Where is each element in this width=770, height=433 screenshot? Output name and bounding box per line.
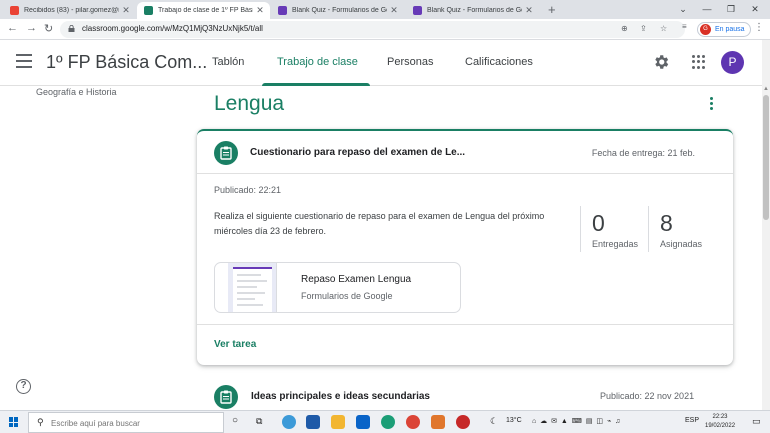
taskbar-search[interactable]: ⚲ [28,412,224,433]
form-thumbnail [228,263,277,312]
attachment-card[interactable]: Repaso Examen Lengua Formularios de Goog… [214,262,461,313]
assigned-count[interactable]: 8 [660,210,673,237]
profile-avatar: G [700,24,711,35]
due-date: Fecha de entrega: 21 feb. [591,148,695,158]
turned-in-count[interactable]: 0 [592,210,605,237]
close-icon[interactable]: ✕ [122,5,130,16]
browser-tab-strip: Recibidos (83) - pilar.gomez@ies ✕ Traba… [0,0,770,19]
tab-title: Recibidos (83) - pilar.gomez@ies [24,7,119,14]
temperature[interactable]: 13°C [506,417,522,424]
cortana-icon[interactable]: ○ [232,415,238,426]
page-scrollbar[interactable]: ▲ [762,40,770,410]
star-icon[interactable]: ☆ [660,24,667,33]
published-date: Publicado: 22 nov 2021 [600,391,695,401]
word-icon[interactable] [356,415,370,429]
apps-grid-icon[interactable] [692,55,706,69]
turned-in-label: Entregadas [592,239,639,249]
browser-tab-forms-1[interactable]: Blank Quiz - Formularios de Goo ✕ [271,2,404,19]
avatar[interactable]: P [721,51,744,74]
close-icon[interactable]: ✕ [256,5,264,16]
browser-tab-classroom[interactable]: Trabajo de clase de 1º FP Básica ✕ [137,2,270,19]
tab-stream[interactable]: Tablón [212,56,244,68]
close-icon[interactable]: ✕ [525,5,533,16]
clock-time: 22:23 [712,414,728,420]
help-icon[interactable]: ? [16,379,31,394]
zoom-icon[interactable]: ⊕ [621,24,628,33]
forward-icon[interactable]: → [26,22,37,34]
lock-icon [68,25,75,32]
tab-title: Blank Quiz - Formularios de Goo [292,7,387,14]
classroom-header: 1º FP Básica Com... Tablón Trabajo de cl… [0,40,762,86]
search-icon: ⚲ [37,417,44,427]
tab-people[interactable]: Personas [387,56,433,68]
clock[interactable]: 22:23 19/02/2022 [705,413,735,431]
tab-title: Trabajo de clase de 1º FP Básica [158,7,253,14]
close-window-icon[interactable]: ✕ [740,0,770,19]
forms-icon [278,6,287,15]
windows-taskbar: ⚲ ○ ⧉ ☾ 13°C ⌂ ☁ ✉ ▲ ⌨ ▤ ◫ ⌁ ♫ ESP 22:23… [0,410,770,433]
assignment-description: Realiza el siguiente cuestionario de rep… [214,211,545,236]
scroll-thumb[interactable] [763,95,769,220]
share-icon[interactable]: ⇪ [640,24,647,33]
chrome-icon[interactable] [456,415,470,429]
gmail-icon [10,6,19,15]
profile-button[interactable]: G En pausa [697,22,751,37]
keyboard-language[interactable]: ESP [685,417,699,424]
reading-list-icon[interactable]: ≡ [682,22,687,31]
active-tab-indicator [262,83,370,86]
forms-icon [413,6,422,15]
edge-icon[interactable] [282,415,296,429]
reload-icon[interactable]: ↻ [44,22,53,35]
assigned-label: Asignadas [660,239,703,249]
screen: Recibidos (83) - pilar.gomez@ies ✕ Traba… [0,0,770,433]
tray-icons[interactable]: ⌂ ☁ ✉ ▲ ⌨ ▤ ◫ ⌁ ♫ [532,417,621,425]
tab-grades[interactable]: Calificaciones [465,56,533,68]
close-icon[interactable]: ✕ [390,5,398,16]
gear-icon[interactable] [652,53,670,71]
assignment-card: Cuestionario para repaso del examen de L… [197,129,733,365]
tab-classwork[interactable]: Trabajo de clase [277,56,358,68]
divider [648,206,649,252]
browser-tab-gmail[interactable]: Recibidos (83) - pilar.gomez@ies ✕ [3,2,136,19]
classroom-icon [144,6,153,15]
divider [197,324,733,325]
attachment-name: Repaso Examen Lengua [301,274,412,285]
assignment-icon [214,141,238,165]
store-icon[interactable] [306,415,320,429]
new-tab-button[interactable]: + [548,2,556,17]
attachment-type: Formularios de Google [301,291,393,301]
published-time: Publicado: 22:21 [214,185,282,195]
assignment-title[interactable]: Cuestionario para repaso del examen de L… [250,147,465,158]
weather-icon[interactable]: ☾ [490,416,498,427]
section-title: Lengua [214,92,285,115]
class-title[interactable]: 1º FP Básica Com... [46,52,207,73]
tab-title: Blank Quiz - Formularios de Goo [427,7,522,14]
menu-icon[interactable] [16,54,32,68]
url-field[interactable]: classroom.google.com/w/MzQ1MjQ3NzUxNjk5/… [60,21,685,38]
app-icon[interactable] [381,415,395,429]
assignment-title[interactable]: Ideas principales e ideas secundarias [251,391,430,402]
browser-tab-forms-2[interactable]: Blank Quiz - Formularios de Goo ✕ [406,2,539,19]
search-input[interactable] [51,417,219,429]
clock-date: 19/02/2022 [705,423,736,429]
topic-link[interactable]: Geografía e Historia [36,87,117,97]
divider [580,206,581,252]
file-explorer-icon[interactable] [331,415,345,429]
url-text: classroom.google.com/w/MzQ1MjQ3NzUxNjk5/… [82,24,263,33]
browser-menu-icon[interactable]: ⋮ [754,22,764,33]
task-view-icon[interactable]: ⧉ [256,416,262,427]
notifications-icon[interactable]: ▭ [752,416,761,427]
scroll-up-icon[interactable]: ▲ [762,86,770,92]
assignment-icon [214,385,238,409]
chrome-icon[interactable] [406,415,420,429]
windows-start-icon[interactable] [9,417,19,427]
app-icon[interactable] [431,415,445,429]
profile-status: En pausa [715,26,745,33]
more-options-icon[interactable] [710,97,714,112]
address-bar: ← → ↻ classroom.google.com/w/MzQ1MjQ3NzU… [0,19,770,40]
divider [197,173,733,174]
view-assignment-link[interactable]: Ver tarea [214,339,256,350]
back-icon[interactable]: ← [7,22,18,34]
